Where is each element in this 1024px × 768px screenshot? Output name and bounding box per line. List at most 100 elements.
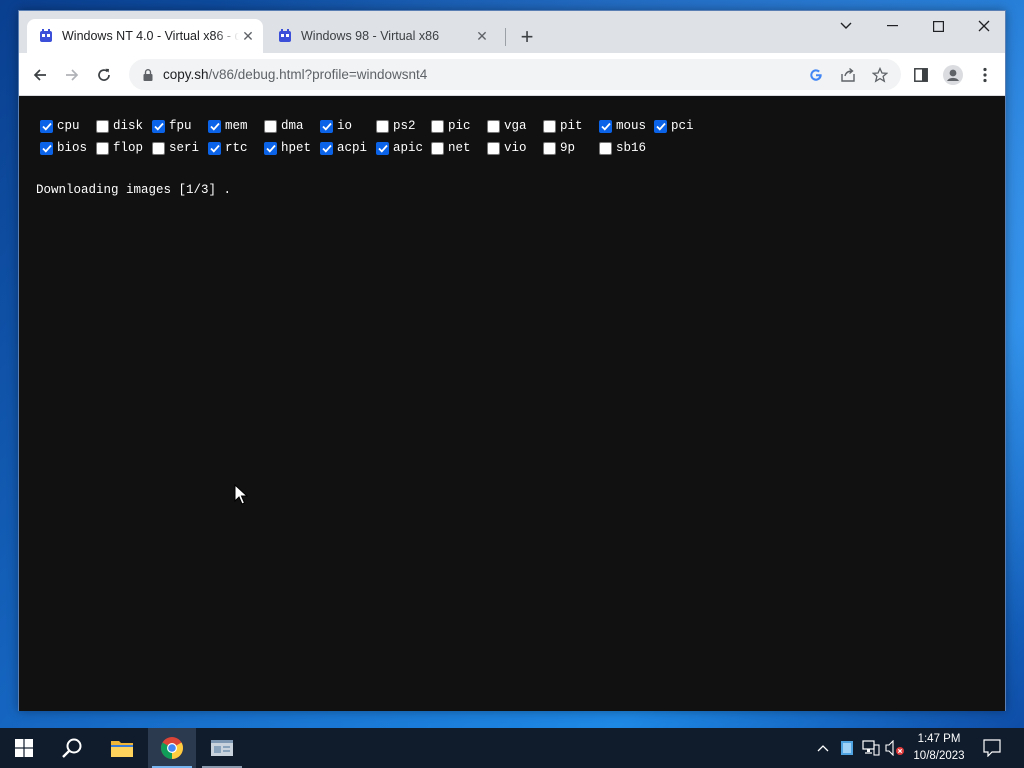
checkbox-checked-icon[interactable]	[208, 141, 221, 155]
debug-option-vga[interactable]: vga	[487, 116, 527, 136]
taskbar-clock[interactable]: 1:47 PM 10/8/2023	[906, 731, 972, 765]
tab-search-button[interactable]	[823, 11, 869, 41]
chrome-taskbar-button[interactable]	[148, 728, 196, 768]
checkbox-checked-icon[interactable]	[320, 141, 333, 155]
profile-avatar-icon[interactable]	[941, 63, 965, 87]
page-content: cpu disk fpu mem dma io ps2 pic vga pit mous pci bi…	[19, 97, 1005, 711]
debug-option-fpu[interactable]: fpu	[152, 116, 192, 136]
taskbar: 1:47 PM 10/8/2023	[0, 728, 1024, 768]
new-tab-button[interactable]: +	[515, 25, 539, 49]
minimize-button[interactable]	[869, 11, 915, 41]
kebab-menu-icon[interactable]	[973, 63, 997, 87]
debug-option-label: bios	[57, 141, 88, 155]
back-button[interactable]	[26, 61, 54, 89]
debug-option-label: mous	[616, 119, 647, 133]
debug-option-label: sb16	[616, 141, 647, 155]
debug-option-9p[interactable]: 9p	[543, 138, 575, 158]
checkbox-unchecked-icon[interactable]	[264, 119, 277, 133]
forward-button[interactable]	[58, 61, 86, 89]
debug-option-ps2[interactable]: ps2	[376, 116, 416, 136]
checkbox-checked-icon[interactable]	[320, 119, 333, 133]
tab-close-icon[interactable]: ✕	[473, 27, 491, 45]
tab-close-icon[interactable]: ✕	[239, 27, 257, 45]
debug-option-pit[interactable]: pit	[543, 116, 583, 136]
debug-option-apic[interactable]: apic	[376, 138, 423, 158]
bookmark-star-icon[interactable]	[871, 66, 889, 84]
debug-option-flop[interactable]: flop	[96, 138, 143, 158]
debug-option-disk[interactable]: disk	[96, 116, 143, 136]
tab-title: Windows 98 - Virtual x86	[301, 29, 440, 43]
tray-app-icon[interactable]	[837, 738, 857, 758]
checkbox-unchecked-icon[interactable]	[599, 141, 612, 155]
network-icon[interactable]	[861, 738, 881, 758]
debug-option-label: pci	[671, 119, 694, 133]
checkbox-checked-icon[interactable]	[654, 119, 667, 133]
debug-option-label: io	[337, 119, 353, 133]
show-hidden-icons-chevron-icon[interactable]	[813, 738, 833, 758]
debug-option-pic[interactable]: pic	[431, 116, 471, 136]
folder-icon	[111, 741, 133, 757]
checkbox-unchecked-icon[interactable]	[431, 141, 444, 155]
minimize-icon	[886, 25, 898, 27]
checkbox-unchecked-icon[interactable]	[376, 119, 389, 133]
search-button[interactable]	[48, 728, 96, 768]
status-log-line: Downloading images [1/3] .	[36, 183, 232, 197]
debug-option-net[interactable]: net	[431, 138, 471, 158]
checkbox-checked-icon[interactable]	[376, 141, 389, 155]
checkbox-checked-icon[interactable]	[264, 141, 277, 155]
debug-option-label: cpu	[57, 119, 80, 133]
debug-option-bios[interactable]: bios	[40, 138, 87, 158]
arrow-right-icon	[66, 69, 79, 81]
browser-window: Windows NT 4.0 - Virtual x86 - debug ✕ W…	[18, 10, 1006, 711]
checkbox-unchecked-icon[interactable]	[543, 119, 556, 133]
checkbox-unchecked-icon[interactable]	[96, 141, 109, 155]
search-icon	[62, 738, 82, 758]
checkbox-unchecked-icon[interactable]	[96, 119, 109, 133]
checkbox-checked-icon[interactable]	[208, 119, 221, 133]
address-bar[interactable]: copy.sh/v86/debug.html?profile=windowsnt…	[129, 59, 901, 90]
app-taskbar-button[interactable]	[198, 728, 246, 768]
debug-option-rtc[interactable]: rtc	[208, 138, 248, 158]
debug-option-mem[interactable]: mem	[208, 116, 248, 136]
debug-option-label: fpu	[169, 119, 192, 133]
checkbox-unchecked-icon[interactable]	[152, 141, 165, 155]
share-icon[interactable]	[839, 66, 857, 84]
app-window-icon	[211, 740, 233, 756]
checkbox-checked-icon[interactable]	[40, 119, 53, 133]
debug-option-vio[interactable]: vio	[487, 138, 527, 158]
tab-windows-nt[interactable]: Windows NT 4.0 - Virtual x86 - debug ✕	[27, 19, 263, 53]
close-window-button[interactable]	[961, 11, 1007, 41]
maximize-button[interactable]	[915, 11, 961, 41]
windows-logo-icon	[15, 739, 33, 757]
debug-option-mous[interactable]: mous	[599, 116, 646, 136]
checkbox-checked-icon[interactable]	[40, 141, 53, 155]
debug-option-cpu[interactable]: cpu	[40, 116, 80, 136]
reload-button[interactable]	[90, 61, 118, 89]
debug-option-label: vio	[504, 141, 527, 155]
debug-option-sb16[interactable]: sb16	[599, 138, 646, 158]
volume-muted-icon[interactable]	[885, 738, 905, 758]
checkbox-unchecked-icon[interactable]	[431, 119, 444, 133]
debug-option-acpi[interactable]: acpi	[320, 138, 367, 158]
start-button[interactable]	[0, 728, 48, 768]
checkbox-unchecked-icon[interactable]	[487, 119, 500, 133]
notification-center-icon[interactable]	[982, 738, 1002, 758]
side-panel-icon[interactable]	[909, 63, 933, 87]
debug-option-pci[interactable]: pci	[654, 116, 694, 136]
debug-option-seri[interactable]: seri	[152, 138, 199, 158]
checkbox-unchecked-icon[interactable]	[487, 141, 500, 155]
tab-windows-98[interactable]: Windows 98 - Virtual x86 ✕	[267, 19, 497, 53]
checkbox-checked-icon[interactable]	[152, 119, 165, 133]
debug-option-label: dma	[281, 119, 304, 133]
debug-option-label: pit	[560, 119, 583, 133]
checkbox-checked-icon[interactable]	[599, 119, 612, 133]
debug-option-label: flop	[113, 141, 144, 155]
debug-option-io[interactable]: io	[320, 116, 352, 136]
debug-option-hpet[interactable]: hpet	[264, 138, 311, 158]
file-explorer-button[interactable]	[98, 728, 146, 768]
debug-option-label: apic	[393, 141, 424, 155]
url-text: copy.sh/v86/debug.html?profile=windowsnt…	[163, 67, 428, 82]
debug-option-dma[interactable]: dma	[264, 116, 304, 136]
google-lens-icon[interactable]	[807, 66, 825, 84]
checkbox-unchecked-icon[interactable]	[543, 141, 556, 155]
